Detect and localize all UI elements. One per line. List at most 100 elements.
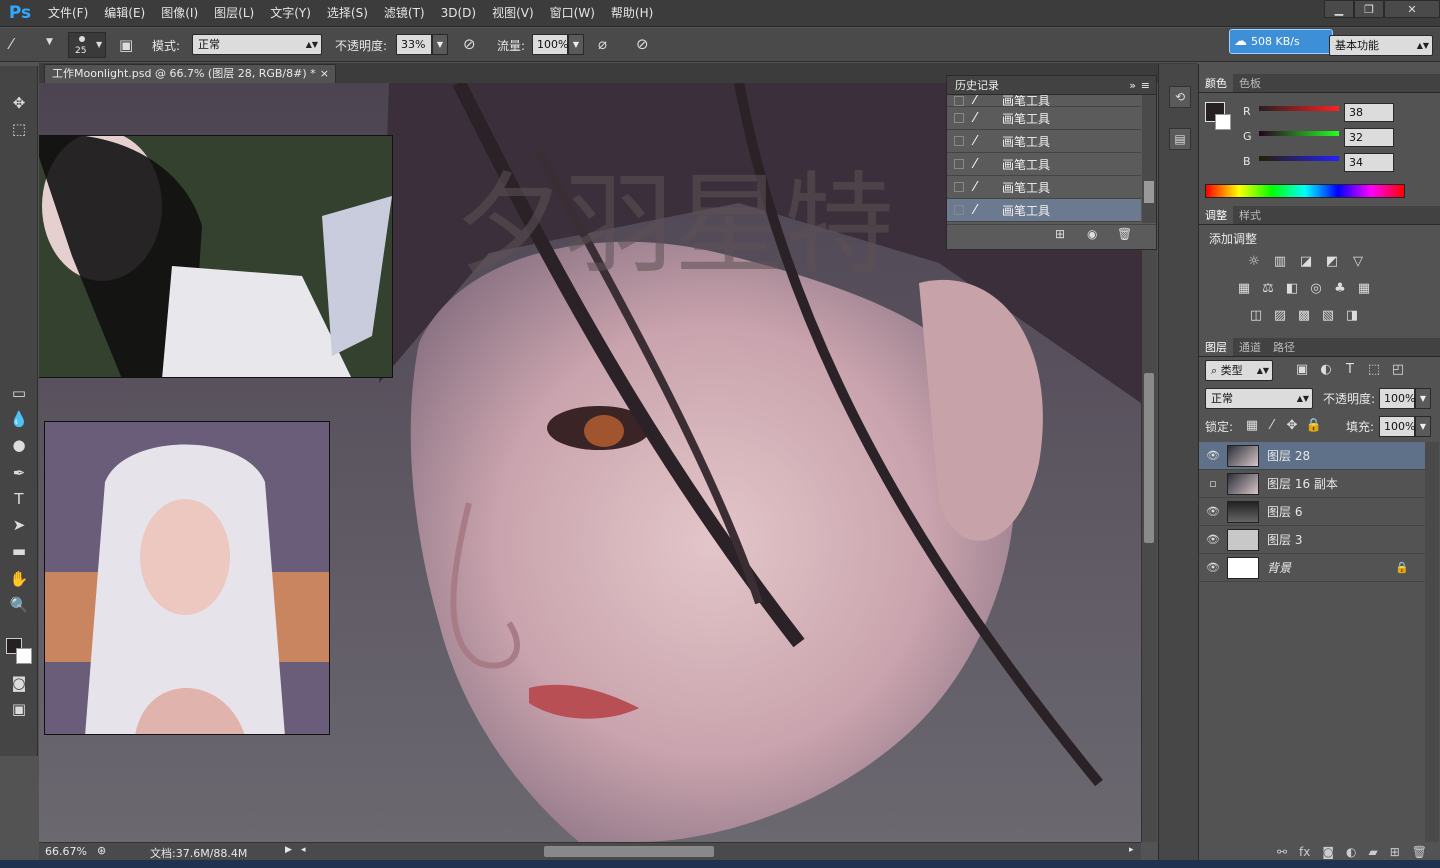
menu-file[interactable]: 文件(F) (40, 0, 96, 27)
layer-row[interactable]: 👁 背景 🔒 (1199, 554, 1425, 582)
history-checkbox[interactable] (954, 205, 964, 215)
flow-dropdown-icon[interactable]: ▼ (568, 34, 584, 55)
menu-view[interactable]: 视图(V) (484, 0, 542, 27)
vibrance-icon[interactable]: ▽ (1349, 254, 1367, 270)
share-icon[interactable]: ⊛ (97, 844, 106, 857)
background-color-swatch[interactable] (16, 648, 32, 664)
hue-saturation-icon[interactable]: ▦ (1235, 281, 1253, 297)
zoom-tool-icon[interactable]: 🔍 (8, 594, 30, 616)
preset-dropdown-icon[interactable]: ▼ (46, 37, 53, 47)
new-group-folder-icon[interactable]: ▰ (1368, 845, 1377, 859)
history-checkbox[interactable] (954, 159, 964, 169)
tab-layers[interactable]: 图层 (1199, 338, 1233, 356)
opacity-input[interactable]: 33% (396, 34, 432, 55)
tab-styles[interactable]: 样式 (1233, 206, 1267, 224)
green-value-input[interactable]: 32 (1344, 128, 1394, 147)
zoom-level[interactable]: 66.67% (45, 845, 87, 858)
menu-3d[interactable]: 3D(D) (433, 0, 484, 27)
lock-all-icon[interactable]: 🔒 (1305, 418, 1323, 434)
pressure-opacity-icon[interactable]: ⊘ (463, 35, 476, 53)
properties-panel-icon[interactable]: ▤ (1169, 128, 1191, 150)
move-tool-icon[interactable]: ✥ (8, 92, 30, 114)
menu-layer[interactable]: 图层(L) (206, 0, 262, 27)
brush-tool-preset-icon[interactable]: ⁄ (10, 35, 13, 53)
history-item[interactable]: ⁄ 画笔工具 (947, 153, 1141, 176)
eye-icon[interactable]: 👁 (1199, 533, 1227, 546)
invert-icon[interactable]: ◫ (1247, 308, 1265, 324)
red-slider[interactable] (1259, 106, 1339, 111)
document-close-icon[interactable]: × (320, 65, 329, 83)
visibility-toggle[interactable]: ▫ (1199, 477, 1227, 490)
airbrush-icon[interactable]: ⌀ (598, 35, 607, 53)
filter-smart-object-icon[interactable]: ◰ (1389, 362, 1407, 378)
levels-icon[interactable]: ▥ (1271, 254, 1289, 270)
pen-tool-icon[interactable]: ✒ (8, 462, 30, 484)
black-white-icon[interactable]: ◧ (1283, 281, 1301, 297)
shape-tool-icon[interactable]: ▬ (8, 540, 30, 562)
history-item[interactable]: ⁄ 画笔工具 (947, 130, 1141, 153)
brush-size-picker[interactable]: 25 ▼ (68, 32, 106, 58)
panel-menu-icon[interactable]: ≡ (1141, 76, 1150, 95)
menu-edit[interactable]: 编辑(E) (96, 0, 153, 27)
brush-panel-toggle-icon[interactable]: ▣ (119, 36, 133, 54)
history-item[interactable]: ⁄ 画笔工具 (947, 95, 1141, 107)
gradient-map-icon[interactable]: ◨ (1343, 308, 1361, 324)
blue-value-input[interactable]: 34 (1344, 153, 1394, 172)
history-checkbox[interactable] (954, 113, 964, 123)
menu-help[interactable]: 帮助(H) (603, 0, 661, 27)
exposure-icon[interactable]: ◩ (1323, 254, 1341, 270)
menu-window[interactable]: 窗口(W) (542, 0, 603, 27)
opacity-dropdown-icon[interactable]: ▼ (432, 34, 448, 55)
document-tab[interactable]: 工作Moonlight.psd @ 66.7% (图层 28, RGB/8#) … (44, 64, 336, 83)
marquee-tool-icon[interactable]: ⬚ (8, 118, 30, 140)
photo-filter-icon[interactable]: ◎ (1307, 281, 1325, 297)
close-icon[interactable]: ✕ (1384, 0, 1440, 18)
selective-color-icon[interactable]: ▧ (1319, 308, 1337, 324)
posterize-icon[interactable]: ▨ (1271, 308, 1289, 324)
color-spectrum-bar[interactable] (1205, 184, 1405, 198)
dodge-tool-icon[interactable]: ● (8, 434, 30, 456)
history-checkbox[interactable] (954, 182, 964, 192)
color-balance-icon[interactable]: ⚖ (1259, 281, 1277, 297)
add-mask-icon[interactable]: ◙ (1322, 845, 1334, 859)
menu-image[interactable]: 图像(I) (153, 0, 206, 27)
restore-icon[interactable]: ❐ (1354, 0, 1384, 18)
horizontal-scroll-thumb[interactable] (544, 846, 714, 857)
layer-opacity-input[interactable]: 100% (1379, 388, 1415, 409)
scroll-right-icon[interactable]: ▸ (1129, 845, 1134, 855)
tab-color[interactable]: 颜色 (1199, 74, 1233, 92)
blur-tool-icon[interactable]: 💧 (8, 408, 30, 430)
filter-shape-icon[interactable]: ⬚ (1365, 362, 1383, 378)
blend-mode-select[interactable]: 正常 ▲▼ (1205, 388, 1313, 409)
lock-pixels-icon[interactable]: ⁄ (1263, 418, 1281, 434)
scroll-left-icon[interactable]: ◂ (301, 845, 306, 855)
filter-pixel-icon[interactable]: ▣ (1293, 362, 1311, 378)
history-item[interactable]: ⁄ 画笔工具 (947, 107, 1141, 130)
screen-mode-icon[interactable]: ▣ (8, 698, 30, 720)
gradient-tool-icon[interactable]: ▭ (8, 382, 30, 404)
history-checkbox[interactable] (954, 136, 964, 146)
eye-icon[interactable]: 👁 (1199, 449, 1227, 462)
new-adjustment-layer-icon[interactable]: ◐ (1346, 845, 1356, 859)
tab-adjustments[interactable]: 调整 (1199, 206, 1233, 224)
lock-position-icon[interactable]: ✥ (1283, 418, 1301, 434)
menu-filter[interactable]: 滤镜(T) (376, 0, 433, 27)
tab-paths[interactable]: 路径 (1267, 338, 1301, 356)
curves-icon[interactable]: ◪ (1297, 254, 1315, 270)
filter-type-icon[interactable]: T (1341, 362, 1359, 378)
brightness-contrast-icon[interactable]: ☼ (1245, 254, 1263, 270)
pressure-size-icon[interactable]: ⊘ (636, 35, 649, 53)
layer-row[interactable]: ▫ 图层 16 副本 (1199, 470, 1425, 498)
scrollbar-thumb[interactable] (1144, 181, 1154, 203)
layer-style-fx-icon[interactable]: fx (1299, 845, 1310, 859)
layer-row[interactable]: 👁 图层 28 (1199, 442, 1425, 470)
layer-filter-select[interactable]: ⌕ 类型 ▲▼ (1205, 360, 1273, 381)
blue-slider[interactable] (1259, 156, 1339, 161)
minimize-icon[interactable]: ▁ (1324, 0, 1354, 18)
trash-icon[interactable]: 🗑 (1412, 845, 1427, 859)
menu-select[interactable]: 选择(S) (319, 0, 376, 27)
hand-tool-icon[interactable]: ✋ (8, 568, 30, 590)
layer-row[interactable]: 👁 图层 6 (1199, 498, 1425, 526)
trash-icon[interactable]: 🗑 (1117, 227, 1132, 241)
scrollbar-thumb[interactable] (1144, 373, 1154, 543)
